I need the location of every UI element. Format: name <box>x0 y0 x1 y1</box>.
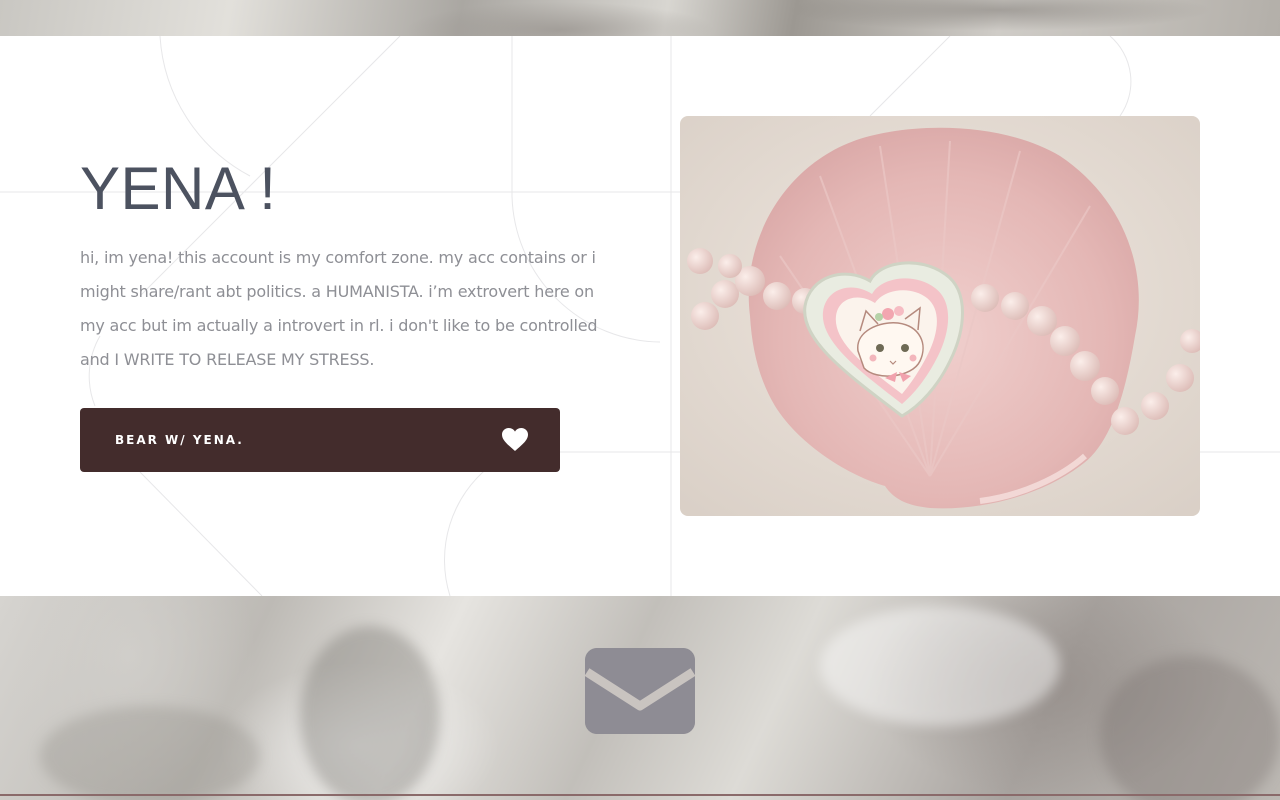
photo-illustration <box>680 116 1200 516</box>
fabric-fold <box>820 606 1060 726</box>
hero-section: YENA ! hi, im yena! this account is my c… <box>0 36 1280 596</box>
top-fabric-banner <box>0 0 1280 36</box>
cta-label: BEAR W/ YENA. <box>115 433 244 447</box>
heart-icon <box>502 428 528 451</box>
featured-photo-heart-cat-dish <box>680 116 1200 516</box>
envelope-icon <box>585 648 695 734</box>
bottom-divider-line <box>0 794 1280 796</box>
fabric-fold <box>300 626 440 800</box>
profile-name-heading: YENA ! <box>80 155 277 222</box>
contact-mail-button[interactable] <box>585 648 695 734</box>
profile-bio: hi, im yena! this account is my comfort … <box>80 248 598 369</box>
fabric-fold <box>1100 656 1280 800</box>
fabric-fold <box>40 706 260 800</box>
bear-with-yena-button[interactable]: BEAR W/ YENA. <box>80 408 560 472</box>
